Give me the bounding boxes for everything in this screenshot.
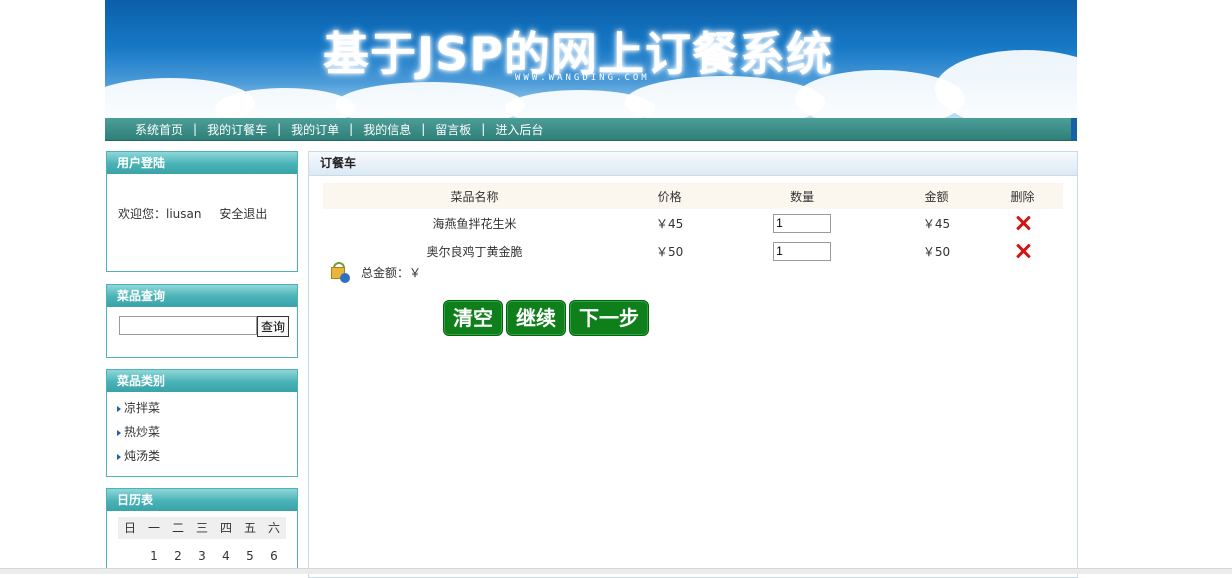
dish-name: 海燕鱼拌花生米 <box>432 216 517 231</box>
nav-admin[interactable]: 进入后台 <box>495 121 543 138</box>
calendar-weekday: 二 <box>166 517 190 539</box>
login-panel: 用户登陆 欢迎您：liusan 安全退出 <box>106 151 298 272</box>
calendar-day[interactable]: 1 <box>142 549 166 563</box>
welcome-text: 欢迎您：liusan <box>118 207 202 221</box>
logout-link[interactable]: 安全退出 <box>219 207 267 221</box>
delete-cell <box>982 209 1063 237</box>
dish-amount: ￥50 <box>922 244 951 259</box>
calendar-day[interactable]: 3 <box>190 549 214 563</box>
category-item-stirfry[interactable]: 热炒菜 <box>117 420 297 444</box>
column-header-delete: 删除 <box>982 183 1063 209</box>
calendar-weekday: 一 <box>142 517 166 539</box>
nav-home[interactable]: 系统首页 <box>135 121 183 138</box>
calendar-panel-title: 日历表 <box>107 489 297 511</box>
nav-edge <box>1071 118 1077 140</box>
cart-table-header: 菜品名称 价格 数量 金额 删除 <box>323 183 1063 209</box>
page-container: 基于JSP的网上订餐系统 WWW.WANGDING.COM 系统首页 | 我的订… <box>105 0 1078 578</box>
nav-separator: | <box>193 122 198 136</box>
arrow-bullet-icon <box>117 429 121 436</box>
search-panel-title: 菜品查询 <box>107 285 297 307</box>
nav-message-board[interactable]: 留言板 <box>435 121 471 138</box>
cloud-decoration <box>335 82 525 118</box>
top-nav: 系统首页 | 我的订餐车 | 我的订单 | 我的信息 | 留言板 | 进入后台 <box>105 118 1077 141</box>
cart-panel: 订餐车 菜品名称 价格 数量 金额 删除 海燕鱼拌花生米 ￥45 ￥45 <box>308 151 1078 578</box>
category-label: 炖汤类 <box>124 449 161 463</box>
cloud-decoration <box>935 50 1077 118</box>
category-label: 热炒菜 <box>124 425 161 439</box>
dish-price: ￥45 <box>655 216 684 231</box>
clear-cart-button[interactable]: 清空 <box>443 300 503 336</box>
site-subtitle: WWW.WANGDING.COM <box>515 73 650 83</box>
calendar-panel: 日历表 日 一 二 三 四 五 六 1 2 3 4 5 6 <box>106 488 298 572</box>
calendar-day <box>118 549 142 563</box>
cart-actions: 清空 继续 下一步 <box>443 300 652 336</box>
calendar-day[interactable]: 2 <box>166 549 190 563</box>
total-row: 总金额：￥ <box>329 261 421 283</box>
delete-x-icon[interactable] <box>1014 242 1032 260</box>
calendar-day[interactable]: 4 <box>214 549 238 563</box>
search-panel: 菜品查询 查询 <box>106 284 298 358</box>
window-bottom-edge <box>0 568 1232 574</box>
column-header-qty: 数量 <box>713 183 892 209</box>
table-row: 奥尔良鸡丁黄金脆 ￥50 ￥50 <box>323 237 1063 265</box>
calendar-weekday: 三 <box>190 517 214 539</box>
calendar-weekday: 四 <box>214 517 238 539</box>
quantity-input[interactable] <box>773 241 832 261</box>
header-banner: 基于JSP的网上订餐系统 WWW.WANGDING.COM <box>105 0 1077 118</box>
category-panel-title: 菜品类别 <box>107 370 297 392</box>
column-header-name: 菜品名称 <box>323 183 627 209</box>
dish-price: ￥50 <box>655 244 684 259</box>
continue-shopping-button[interactable]: 继续 <box>506 300 566 336</box>
cloud-decoration <box>215 88 355 118</box>
login-panel-title: 用户登陆 <box>107 152 297 174</box>
calendar-day[interactable]: 5 <box>238 549 262 563</box>
calendar-weekday: 六 <box>262 517 286 539</box>
arrow-bullet-icon <box>117 405 121 412</box>
arrow-bullet-icon <box>117 453 121 460</box>
calendar-weekday: 五 <box>238 517 262 539</box>
shopping-cart-icon <box>329 261 351 283</box>
nav-my-info[interactable]: 我的信息 <box>363 121 411 138</box>
calendar-day-row: 1 2 3 4 5 6 <box>118 549 286 563</box>
delete-cell <box>982 237 1063 265</box>
dish-amount: ￥45 <box>922 216 951 231</box>
table-row: 海燕鱼拌花生米 ￥45 ￥45 <box>323 209 1063 237</box>
cart-panel-title: 订餐车 <box>309 152 1077 176</box>
nav-separator: | <box>349 122 354 136</box>
nav-separator: | <box>421 122 426 136</box>
qty-cell <box>713 209 891 237</box>
category-item-cold[interactable]: 凉拌菜 <box>117 396 297 420</box>
category-panel: 菜品类别 凉拌菜 热炒菜 炖汤类 <box>106 369 298 477</box>
search-input[interactable] <box>119 316 257 335</box>
nav-separator: | <box>277 122 282 136</box>
category-label: 凉拌菜 <box>124 401 161 415</box>
calendar-weekday: 日 <box>118 517 142 539</box>
calendar-day[interactable]: 6 <box>262 549 286 563</box>
column-header-amount: 金额 <box>891 183 983 209</box>
column-header-price: 价格 <box>626 183 714 209</box>
search-button[interactable]: 查询 <box>257 316 289 337</box>
nav-my-orders[interactable]: 我的订单 <box>291 121 339 138</box>
nav-separator: | <box>481 122 486 136</box>
nav-my-cart[interactable]: 我的订餐车 <box>207 121 267 138</box>
total-amount-label: 总金额：￥ <box>361 265 422 280</box>
qty-cell <box>713 237 891 265</box>
delete-x-icon[interactable] <box>1014 214 1032 232</box>
calendar-weekday-row: 日 一 二 三 四 五 六 <box>118 517 286 539</box>
quantity-input[interactable] <box>773 213 832 233</box>
cart-table: 菜品名称 价格 数量 金额 删除 海燕鱼拌花生米 ￥45 ￥45 奥尔良鸡丁黄金… <box>323 183 1063 265</box>
category-item-soup[interactable]: 炖汤类 <box>117 444 297 468</box>
next-step-button[interactable]: 下一步 <box>569 300 649 336</box>
